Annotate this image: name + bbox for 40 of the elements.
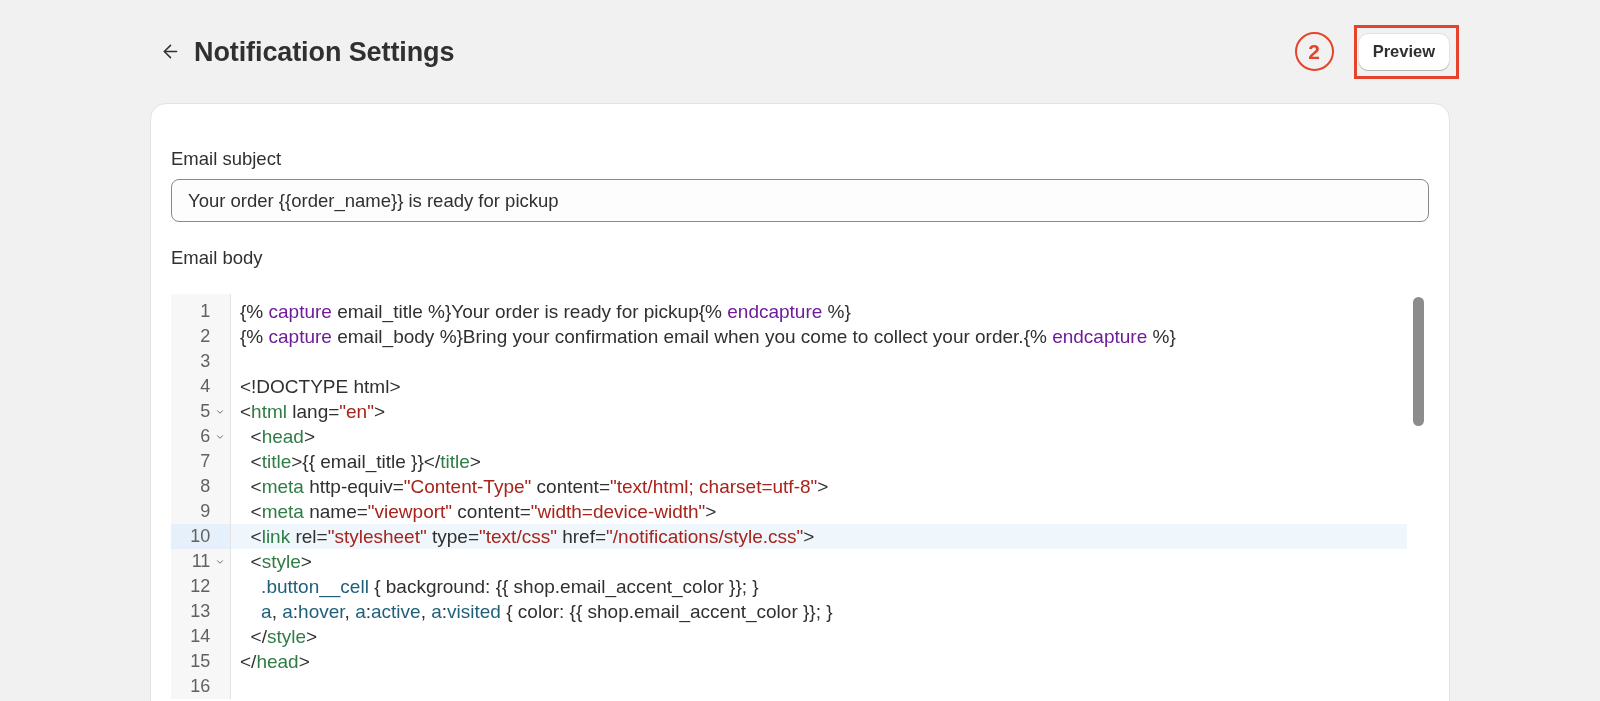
line-number: 4 — [199, 375, 211, 398]
code-text: <style> — [249, 550, 312, 574]
line-number: 16 — [189, 675, 211, 698]
code-text: <!DOCTYPE html> — [240, 375, 401, 399]
code-text: </style> — [249, 625, 318, 649]
line-number: 8 — [199, 475, 211, 498]
page-title: Notification Settings — [194, 35, 455, 68]
line-number: 6 — [199, 425, 211, 448]
code-text: <meta name="viewport" content="width=device-width"> — [249, 500, 717, 524]
step-number: 2 — [1294, 32, 1334, 71]
field-label: Email body — [171, 248, 264, 268]
code-text: <html lang="en"> — [240, 400, 386, 424]
line-number: 14 — [189, 625, 211, 648]
scrollbar-thumb[interactable] — [1413, 297, 1424, 426]
line-number: 12 — [189, 575, 211, 598]
line-number: 13 — [189, 600, 211, 623]
line-number: 7 — [199, 450, 211, 473]
line-number: 3 — [199, 350, 211, 373]
fold-chevron-icon[interactable] — [215, 557, 226, 567]
line-number: 1 — [199, 300, 211, 323]
code-text: .button__cell { background: {{ shop.email_accent_color }}; } — [260, 575, 759, 599]
fold-chevron-icon[interactable] — [215, 432, 226, 442]
code-text: </head> — [240, 650, 310, 674]
line-number: 11 — [190, 550, 211, 573]
line-number: 2 — [199, 325, 211, 348]
code-text: <title>{{ email_title }}</title> — [249, 450, 481, 474]
code-text: {% capture email_body %}Bring your confirmation email when you come to collect your order.{% endcapture %} — [240, 325, 1176, 349]
subject-input[interactable]: Your order {{order_name}} is ready for pickup — [171, 179, 1429, 222]
code-text: <link rel="stylesheet" type="text/css" href="/notifications/style.css"> — [249, 525, 815, 549]
line-number: 5 — [199, 400, 211, 423]
code-text: {% capture email_title %}Your order is ready for pickup{% endcapture %} — [240, 300, 851, 324]
field-label: Email subject — [171, 149, 282, 169]
line-number: 9 — [199, 500, 211, 523]
line-number: 15 — [189, 650, 211, 673]
code-text: <head> — [249, 425, 316, 449]
line-number: 10 — [189, 525, 211, 548]
fold-chevron-icon[interactable] — [215, 407, 226, 417]
code-text: a, a:hover, a:active, a:visited { color: {{ shop.email_accent_color }}; } — [260, 600, 833, 624]
code-text: <meta http-equiv="Content-Type" content="text/html; charset=utf-8"> — [249, 475, 829, 499]
preview-button[interactable]: Preview — [1358, 33, 1449, 70]
